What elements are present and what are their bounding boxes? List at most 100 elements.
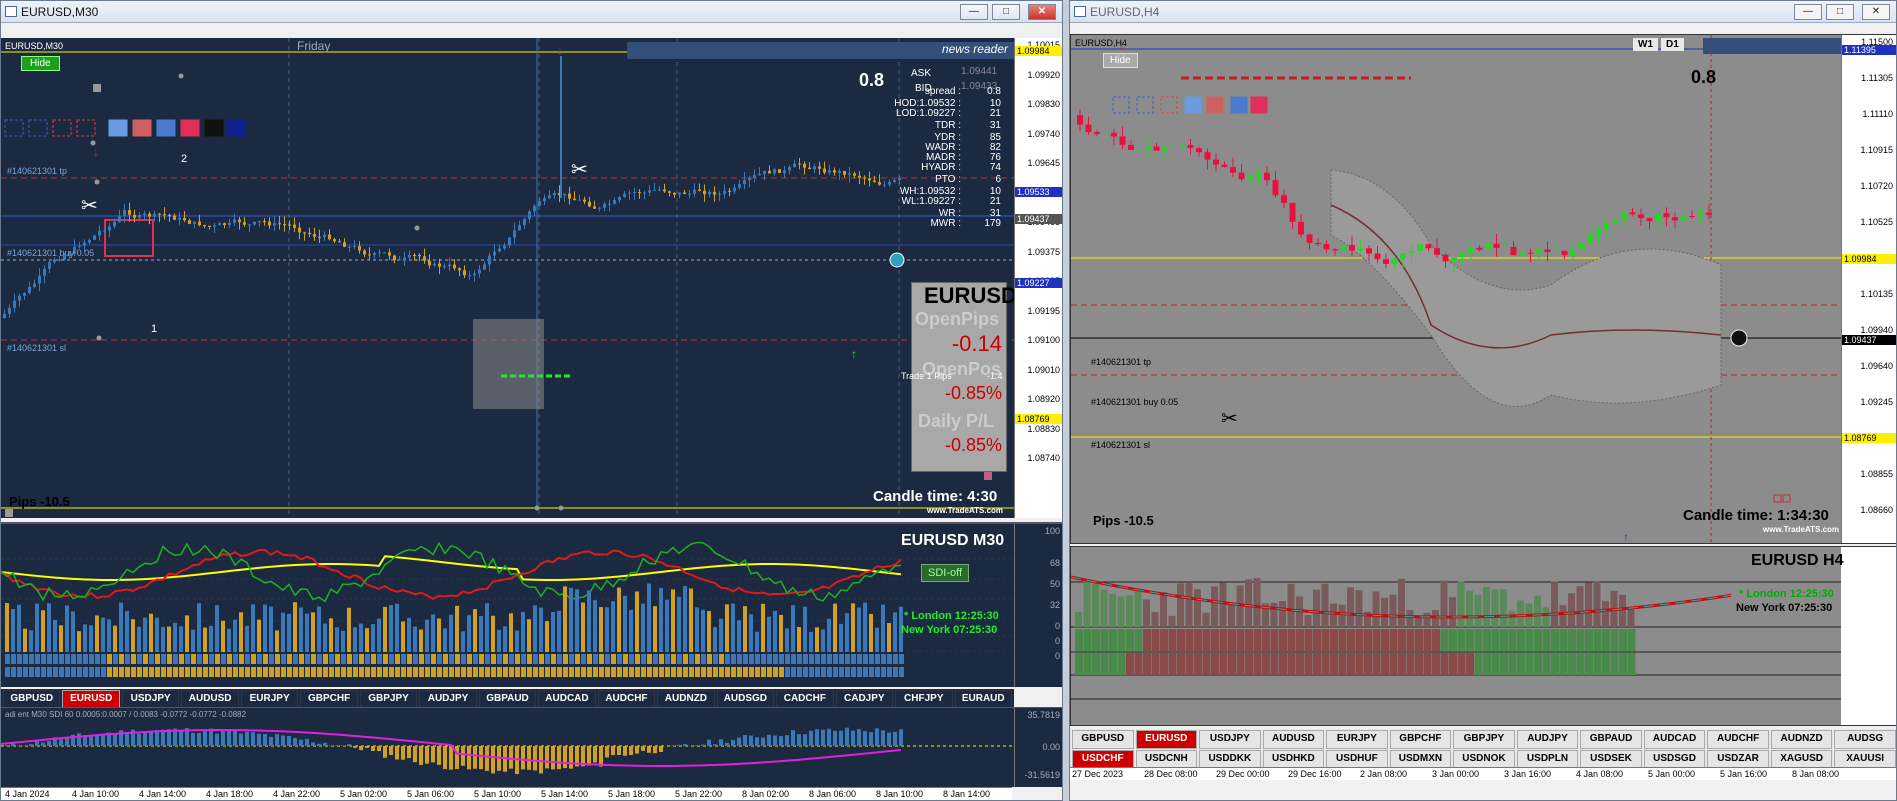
maximize-button[interactable]: □ <box>992 4 1020 20</box>
symbol-tab[interactable]: AUDSG <box>1834 730 1896 749</box>
symbol-tab[interactable]: AUDNZD <box>657 690 715 708</box>
symbol-tab[interactable]: AUDNZD <box>1770 730 1833 749</box>
openpips-label: OpenPips <box>915 309 1000 329</box>
trend-bar <box>143 654 148 664</box>
hide-button[interactable]: Hide <box>21 56 60 71</box>
oscillator-pane[interactable]: adi ent M30 SDI 60 0.0005:0.0007 / 0.008… <box>1 707 1062 787</box>
symbol-tab[interactable]: EURJPY <box>1326 730 1388 749</box>
indicator-pane[interactable]: EURUSD H4 * London 12:25:30 New York 07:… <box>1070 546 1896 726</box>
volume-bar <box>593 600 597 652</box>
symbol-tab[interactable]: CADJPY <box>835 690 894 708</box>
trend-bar <box>1236 629 1245 651</box>
trend-bar <box>1245 629 1253 651</box>
trend-bar <box>1236 653 1245 675</box>
title-bar[interactable]: EURUSD,H4 — □ ✕ <box>1070 1 1896 23</box>
trend-bar <box>101 654 106 664</box>
symbol-tab[interactable]: CHFJPY <box>895 690 953 708</box>
news-reader-bar[interactable] <box>1703 38 1845 54</box>
volume-bar <box>449 614 453 652</box>
volume-bar <box>371 624 375 652</box>
symbol-tab[interactable]: AUDJPY <box>1516 730 1579 749</box>
main-chart[interactable]: ✂ ↓ ↑ EURUSD,H4 Hide W1 D1 0.8 #140621301 … <box>1070 34 1896 544</box>
symbol-tab[interactable]: AUDCAD <box>538 690 596 708</box>
symbol-tab[interactable]: USDJPY <box>121 690 180 708</box>
trend-bar <box>29 667 34 677</box>
symbol-tab[interactable]: AUDUSD <box>1262 730 1325 749</box>
symbol-tab[interactable]: AUDCHF <box>597 690 656 708</box>
main-chart[interactable]: ✂ ✂ ↓ ↓ ↑ ↑ EURUSD,M30 Hide Friday news reade… <box>1 38 1062 518</box>
maximize-button[interactable]: □ <box>1826 4 1854 20</box>
symbol-tab[interactable]: GBPCHF <box>1389 730 1452 749</box>
color-swatch <box>4 119 24 137</box>
close-button[interactable]: ✕ <box>1862 4 1890 20</box>
symbol-tab[interactable]: GBPUSD <box>3 690 61 708</box>
trend-bar <box>107 654 112 664</box>
symbol-tab[interactable]: AUDUSD <box>181 690 239 708</box>
symbol-tab[interactable]: EURUSD <box>62 690 120 708</box>
hide-button[interactable]: Hide <box>1103 53 1138 68</box>
candle-body <box>1187 145 1194 149</box>
volume-bar <box>77 631 81 652</box>
histogram-bar <box>629 746 633 756</box>
trend-bar <box>143 667 148 677</box>
tf-d1-button[interactable]: D1 <box>1661 38 1684 51</box>
symbol-tab[interactable]: GBPJPY <box>1453 730 1515 749</box>
symbol-tab[interactable]: EURJPY <box>240 690 299 708</box>
histogram-bar <box>785 735 789 746</box>
trend-bar <box>851 654 856 664</box>
symbol-tab[interactable]: AUDJPY <box>419 690 477 708</box>
candle-body <box>373 253 376 256</box>
volume-bar <box>1568 593 1575 627</box>
trend-bar <box>491 654 496 664</box>
symbol-tab[interactable]: USDJPY <box>1199 730 1261 749</box>
tp-label: #140621301 tp <box>7 166 68 176</box>
histogram-bar <box>743 735 747 746</box>
candle-body <box>1570 249 1576 256</box>
trend-bar <box>827 654 832 664</box>
ask-value: 1.09441 <box>961 66 998 77</box>
symbol-tab[interactable]: CADCHF <box>776 690 834 708</box>
trend-bar <box>449 654 454 664</box>
candle-body <box>658 189 661 191</box>
symbol-tab[interactable]: AUDSGD <box>716 690 775 708</box>
symbol-tab[interactable]: EURAUD <box>954 690 1012 708</box>
minimize-button[interactable]: — <box>1794 4 1822 20</box>
symbol-tab[interactable]: AUDCHF <box>1707 730 1769 749</box>
price-axis[interactable]: 1.100151.099201.098301.097401.096451.095… <box>1014 38 1062 518</box>
indicator-svg <box>1071 547 1841 725</box>
histogram-bar <box>569 746 573 769</box>
trend-bar <box>479 654 484 664</box>
symbol-tab[interactable]: GBPAUD <box>478 690 537 708</box>
time-tick: 8 Jan 10:00 <box>876 789 924 799</box>
trend-bar <box>1389 629 1398 651</box>
symbol-tab[interactable]: EURUSD <box>1135 730 1198 749</box>
indicator-pane[interactable]: EURUSD M30 SDI-off * London 12:25:30 New… <box>1 522 1062 687</box>
symbol-tab[interactable]: GBPUSD <box>1072 730 1134 749</box>
title-bar[interactable]: EURUSD,M30 — □ ✕ <box>1 1 1062 23</box>
trend-bar <box>1296 629 1304 651</box>
histogram-bar <box>227 731 231 746</box>
volume-bar <box>413 626 417 652</box>
symbol-tab[interactable]: AUDCAD <box>1643 730 1706 749</box>
trend-bar <box>899 667 904 677</box>
histogram-bar <box>353 746 357 748</box>
symbol-tab[interactable]: GBPJPY <box>359 690 418 708</box>
trend-bar <box>83 667 88 677</box>
price-axis[interactable]: 1.11500 1.11305 1.11110 1.10915 1.10720 1.105… <box>1841 35 1896 543</box>
tf-w1-button[interactable]: W1 <box>1633 38 1658 51</box>
histogram-bar <box>335 745 339 746</box>
axis-tick: 50 <box>1049 579 1060 589</box>
close-button[interactable]: ✕ <box>1028 4 1056 20</box>
minimize-button[interactable]: — <box>960 4 988 20</box>
trend-bar <box>833 667 838 677</box>
candle-body <box>1680 215 1687 221</box>
histogram-bar <box>845 727 849 746</box>
time-tick: 29 Dec 16:00 <box>1288 769 1342 779</box>
symbol-tab[interactable]: GBPCHF <box>300 690 358 708</box>
trend-bar <box>1551 629 1559 651</box>
volume-bar <box>569 587 573 652</box>
symbol-tab[interactable]: GBPAUD <box>1580 730 1642 749</box>
trend-bar <box>503 654 508 664</box>
news-reader-bar[interactable]: news reader <box>627 42 1016 59</box>
sdi-toggle[interactable]: SDI-off <box>921 564 970 582</box>
